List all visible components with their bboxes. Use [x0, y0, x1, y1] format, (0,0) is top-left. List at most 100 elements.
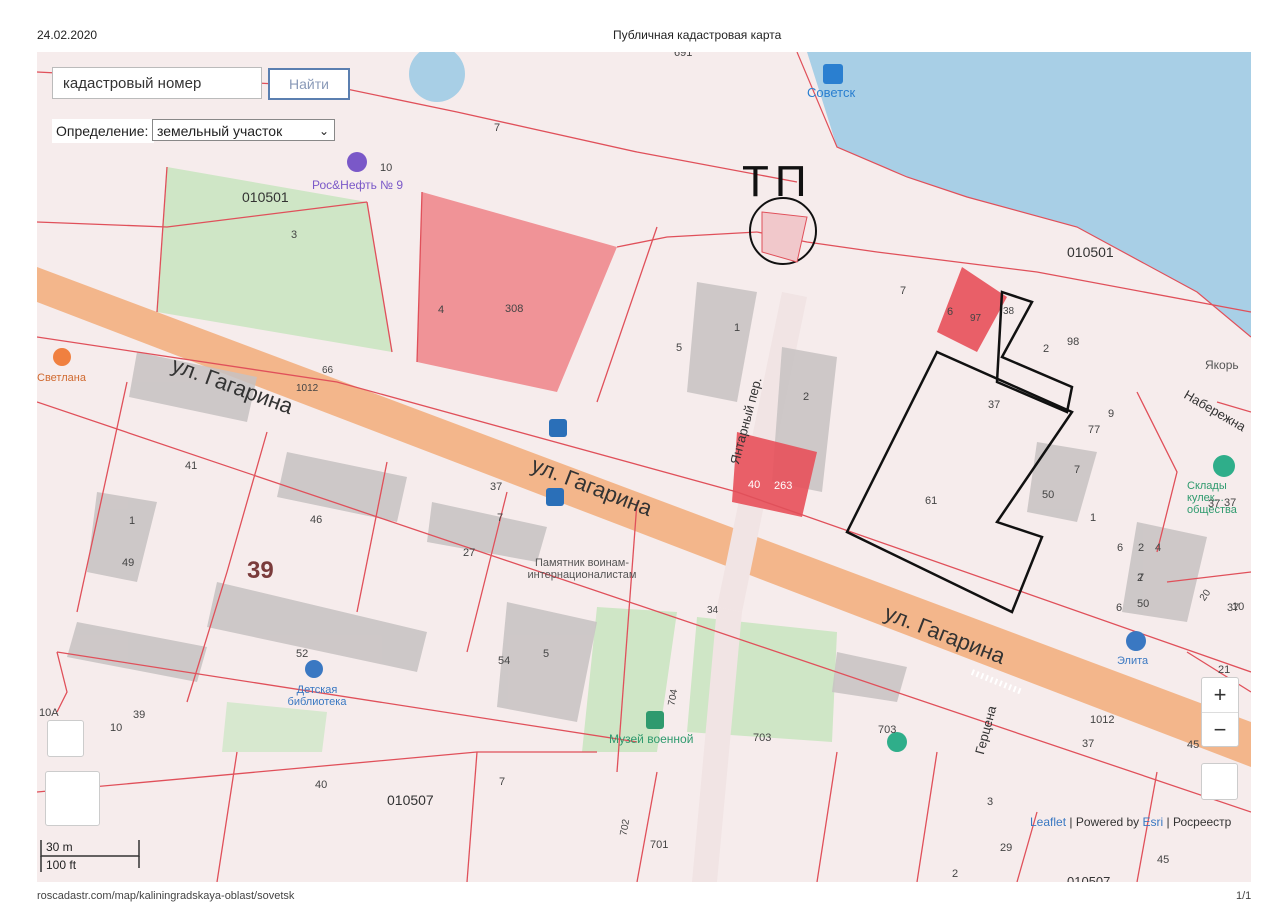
parcel-label: 38	[1003, 306, 1015, 317]
parcel-label: 52	[296, 648, 309, 660]
quarter-label: 010507	[1067, 874, 1111, 882]
parcel-label: 3	[291, 229, 298, 241]
parcel-label: 3	[987, 796, 994, 808]
parcel-label: 1012	[296, 383, 319, 394]
poi-svetlana[interactable]: Светлана	[37, 372, 86, 384]
parcel-label: 6	[1116, 602, 1123, 614]
scale-imperial: 100 ft	[46, 858, 77, 872]
poi-monument[interactable]: Памятник воинам-интернационалистам	[507, 557, 657, 581]
poi-sovetsk[interactable]: Советск	[807, 85, 855, 100]
parcel-label: 29	[1000, 842, 1013, 854]
leaflet-link[interactable]: Leaflet	[1030, 815, 1066, 829]
parcel-label: 2	[952, 868, 959, 880]
quarter-label: 010501	[242, 189, 289, 205]
parcel-label: 1	[1090, 512, 1097, 524]
parcel-label: 4	[1155, 542, 1162, 554]
parcel-label: 97	[970, 313, 982, 324]
parcel-label: 10	[380, 162, 393, 174]
parcel-label: 7	[499, 776, 506, 788]
attribution: Leaflet | Powered by Esri | Росреестр	[1030, 815, 1232, 829]
poi-library[interactable]: Детская библиотека	[282, 684, 352, 708]
parcel-label: 27	[463, 547, 476, 559]
parcel-label: 45	[1157, 854, 1170, 866]
parcel-label: 37	[988, 399, 1001, 411]
bus-stop-icon	[546, 488, 564, 506]
parcel-label: 7	[494, 122, 501, 134]
shop-icon	[1126, 631, 1146, 651]
find-button[interactable]: Найти	[268, 68, 350, 100]
water-area	[807, 52, 1251, 337]
parcel-label: 77	[1088, 424, 1101, 436]
parcel-label: 37	[1082, 738, 1095, 750]
scale-bar: 30 m 100 ft	[40, 838, 140, 874]
zoom-out-button[interactable]: −	[1202, 713, 1238, 747]
parcel-label: 46	[310, 514, 323, 526]
green-area	[582, 607, 677, 752]
fuel-station-icon	[347, 152, 367, 172]
parcel-label: 50	[1042, 489, 1055, 501]
block-number: 39	[247, 557, 274, 584]
parcel-label: 61	[925, 495, 938, 507]
parcel-label: 5	[543, 648, 550, 660]
pond	[409, 52, 465, 102]
parcel-label: 66	[322, 365, 334, 376]
layers-button[interactable]	[1201, 763, 1238, 800]
map-canvas	[37, 52, 1251, 882]
poi-yakor[interactable]: Якорь	[1205, 358, 1239, 372]
parcel-label: 39	[133, 709, 146, 721]
parcel-label: 703	[753, 732, 772, 744]
parcel-label: 2	[803, 391, 810, 403]
parcel-label: 5	[676, 342, 683, 354]
print-date: 24.02.2020	[37, 28, 98, 42]
chevron-down-icon: ⌄	[318, 124, 329, 138]
parcel-label: 4	[438, 304, 445, 316]
parcel-label: 10	[110, 722, 123, 734]
zoom-in-button[interactable]: +	[1202, 678, 1238, 713]
parcel-label: 7	[1138, 572, 1145, 584]
scale-metric: 30 m	[46, 840, 73, 854]
parcel-label: 263	[774, 480, 793, 492]
definition-select[interactable]: земельный участок ⌄	[152, 119, 335, 141]
green-area	[222, 702, 327, 752]
parcel-label: 1	[734, 322, 741, 334]
map-tool-button[interactable]	[47, 720, 84, 757]
parcel-label: 10	[1232, 601, 1245, 613]
parcel-label: 34	[707, 605, 719, 616]
parcel-label: 37	[490, 481, 503, 493]
bus-stop-icon	[549, 419, 567, 437]
parcel-label: 50	[1137, 598, 1150, 610]
parcel-label: 37	[1224, 497, 1237, 509]
poi-elita[interactable]: Элита	[1117, 655, 1148, 667]
cadastral-number-search-input[interactable]: кадастровый номер	[52, 67, 262, 99]
page-number: 1/1	[1236, 890, 1252, 902]
poi-rosneft[interactable]: Рос&Нефть № 9	[312, 178, 403, 192]
parcel-label: 21	[1218, 664, 1231, 676]
parcel-label: 10A	[39, 707, 59, 719]
page-url: roscadastr.com/map/kaliningradskaya-obla…	[37, 890, 295, 902]
parcel-label: 2	[1043, 343, 1050, 355]
parcel-label: 40	[748, 479, 761, 491]
museum-icon	[646, 711, 664, 729]
page-title: Публичная кадастровая карта	[613, 28, 782, 42]
parcel-label: 9	[1108, 408, 1115, 420]
parcel-label: 308	[505, 303, 524, 315]
quarter-label: 010507	[387, 792, 434, 808]
parcel-label: 7	[900, 285, 907, 297]
parcel-308	[417, 192, 617, 392]
cadastral-map[interactable]: ТП ул. Гагарина ул. Гагарина ул. Гагарин…	[37, 52, 1251, 882]
parcel-label: 45	[1187, 739, 1200, 751]
parcel-label: 2	[1138, 542, 1145, 554]
parcel-label: 703	[878, 724, 897, 736]
definition-selected-value: земельный участок	[157, 123, 283, 139]
parcel-label: 37	[1208, 498, 1221, 510]
quarter-label: 010501	[1067, 244, 1114, 260]
anchor-icon	[823, 64, 843, 84]
parcel-label: 1	[129, 515, 136, 527]
poi-museum[interactable]: Музей военной	[609, 732, 693, 746]
esri-link[interactable]: Esri	[1143, 815, 1164, 829]
zoom-control: + −	[1201, 677, 1239, 747]
map-tool-button[interactable]	[45, 771, 100, 826]
tp-annotation: ТП	[742, 157, 813, 206]
parcel-label: 6	[1117, 542, 1124, 554]
definition-label: Определение:	[52, 119, 154, 143]
